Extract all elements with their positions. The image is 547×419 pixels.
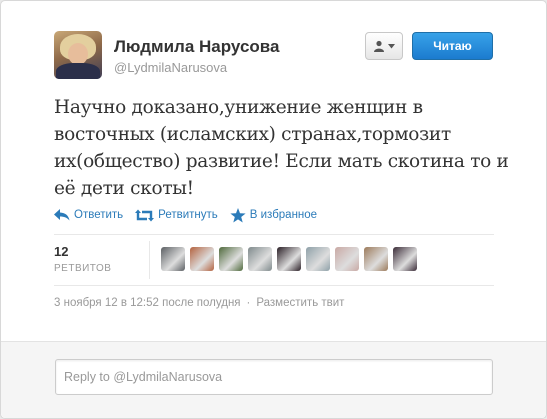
retweet-icon	[135, 209, 155, 221]
retweeter-avatar[interactable]	[277, 247, 301, 271]
retweeter-avatar[interactable]	[393, 247, 417, 271]
meta-separator: ·	[246, 297, 251, 309]
retweeter-avatars	[161, 247, 417, 271]
caret-down-icon	[388, 43, 395, 48]
reply-area	[1, 341, 546, 418]
retweet-stats[interactable]: 12 РЕТВИТОВ	[54, 244, 111, 274]
user-avatar[interactable]	[54, 31, 102, 79]
embed-tweet-link[interactable]: Разместить твит	[256, 297, 344, 309]
reply-label: Ответить	[74, 209, 124, 221]
reply-icon	[54, 209, 70, 221]
star-icon	[230, 207, 246, 222]
retweeter-avatar[interactable]	[306, 247, 330, 271]
reply-input[interactable]	[55, 359, 493, 395]
retweet-label: Ретвитнуть	[158, 209, 218, 221]
retweet-action[interactable]: Ретвитнуть	[135, 209, 218, 222]
tweet-actions: Ответить Ретвитнуть В избранное	[54, 206, 317, 224]
user-actions-dropdown-button[interactable]	[365, 32, 403, 60]
retweeter-avatar[interactable]	[335, 247, 359, 271]
divider	[54, 285, 494, 286]
retweeter-avatar[interactable]	[248, 247, 272, 271]
favorite-action[interactable]: В избранное	[230, 207, 318, 223]
reply-action[interactable]: Ответить	[54, 209, 123, 221]
follow-button[interactable]: Читаю	[412, 32, 493, 60]
divider	[54, 234, 494, 235]
tweet-card: Людмила Нарусова @LydmilaNarusova Читаю …	[0, 0, 547, 419]
tweet-meta: 3 ноября 12 в 12:52 после полудня · Разм…	[54, 297, 344, 309]
retweeter-avatar[interactable]	[364, 247, 388, 271]
stats-separator	[149, 241, 150, 279]
retweeter-avatar[interactable]	[161, 247, 185, 271]
retweet-count: 12	[54, 244, 69, 259]
screen-name[interactable]: @LydmilaNarusova	[114, 60, 227, 75]
retweeter-avatar[interactable]	[190, 247, 214, 271]
tweet-timestamp[interactable]: 3 ноября 12 в 12:52 после полудня	[54, 297, 241, 309]
user-icon	[374, 40, 384, 52]
favorite-label: В избранное	[249, 209, 318, 221]
retweet-caption: РЕТВИТОВ	[54, 263, 112, 274]
retweeter-avatar[interactable]	[219, 247, 243, 271]
display-name[interactable]: Людмила Нарусова	[114, 37, 279, 57]
tweet-text: Научно доказано,унижение женщин в восточ…	[54, 97, 509, 199]
